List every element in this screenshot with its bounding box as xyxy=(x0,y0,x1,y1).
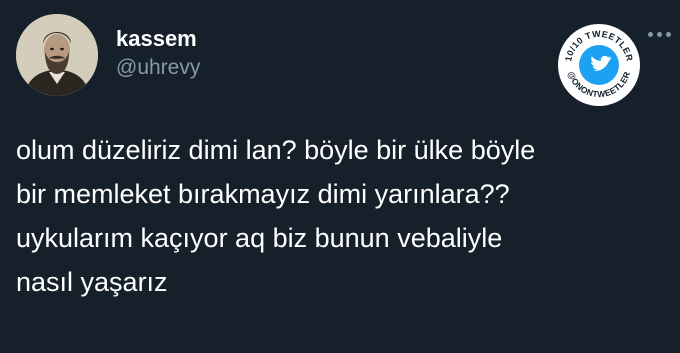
tweet-text-line: olum düzeliriz dimi lan? böyle bir ülke … xyxy=(16,135,536,165)
tweet-text: olum düzeliriz dimi lan? böyle bir ülke … xyxy=(16,128,666,304)
author-display-name[interactable]: kassem xyxy=(116,26,197,52)
more-dots-icon[interactable] xyxy=(648,30,674,40)
tweet-card: kassem @uhrevy 10/10 TWEETLER @ONONTWEET… xyxy=(0,0,680,353)
avatar[interactable] xyxy=(16,14,98,96)
tweet-text-line: bir memleket bırakmayız dimi yarınlara?? xyxy=(16,179,510,209)
tweet-text-line: uykularım kaçıyor aq biz bunun vebaliyle xyxy=(16,223,503,253)
watermark-badge: 10/10 TWEETLER @ONONTWEETLER xyxy=(555,21,643,109)
portrait-image xyxy=(16,14,98,96)
author-handle[interactable]: @uhrevy xyxy=(116,56,200,80)
tweet-text-line: nasıl yaşarız xyxy=(16,267,168,297)
